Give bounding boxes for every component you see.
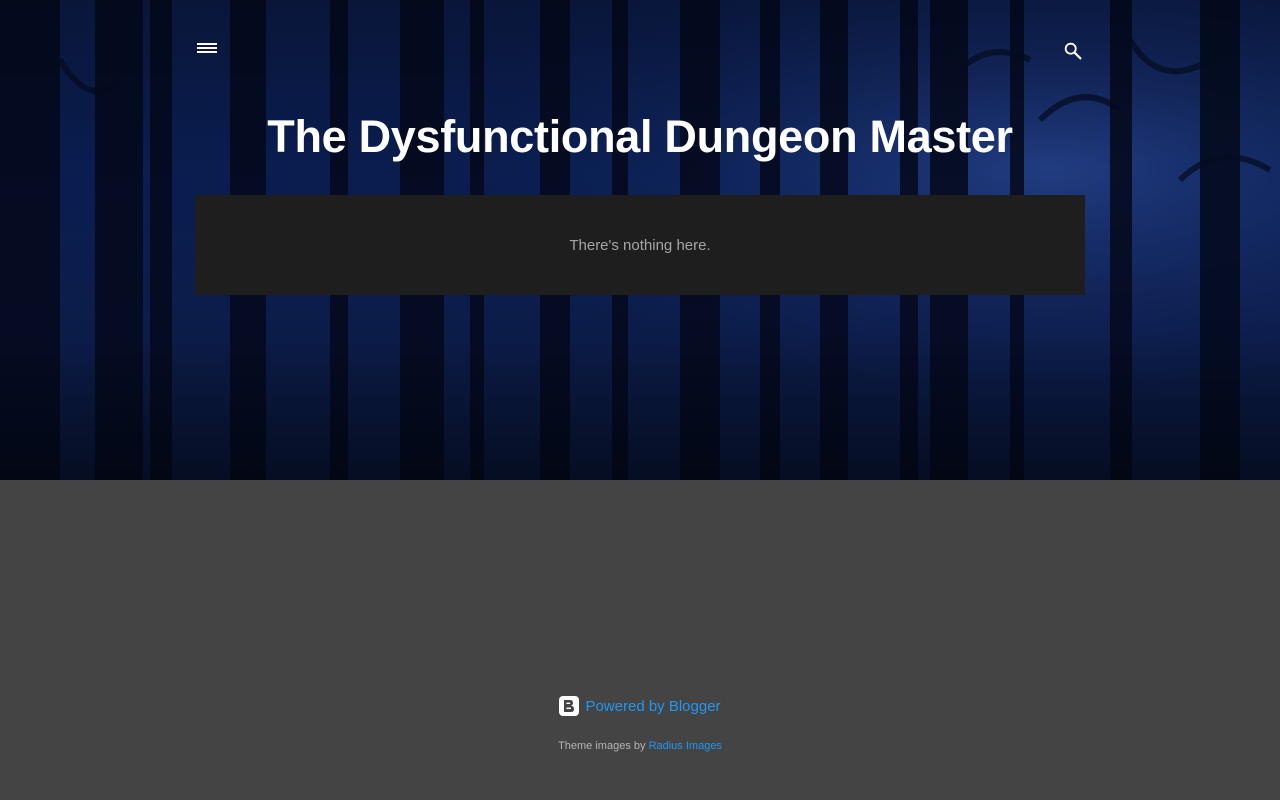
menu-button[interactable]: [190, 32, 224, 64]
empty-message: There's nothing here.: [569, 236, 711, 254]
empty-posts-card: There's nothing here.: [195, 195, 1085, 295]
search-button[interactable]: [1056, 34, 1090, 68]
powered-by-blogger[interactable]: Powered by Blogger: [0, 696, 1280, 716]
theme-credit: Theme images by Radius Images: [0, 740, 1280, 752]
menu-icon: [197, 43, 217, 53]
search-icon: [1064, 42, 1082, 60]
blogger-logo-icon: [559, 696, 580, 716]
theme-credit-prefix: Theme images by: [558, 740, 646, 752]
blog-title[interactable]: The Dysfunctional Dungeon Master: [0, 108, 1280, 166]
powered-by-blogger-link[interactable]: Powered by Blogger: [585, 698, 720, 715]
radius-images-link[interactable]: Radius Images: [649, 740, 722, 752]
header-hero: The Dysfunctional Dungeon Master There's…: [0, 0, 1280, 480]
